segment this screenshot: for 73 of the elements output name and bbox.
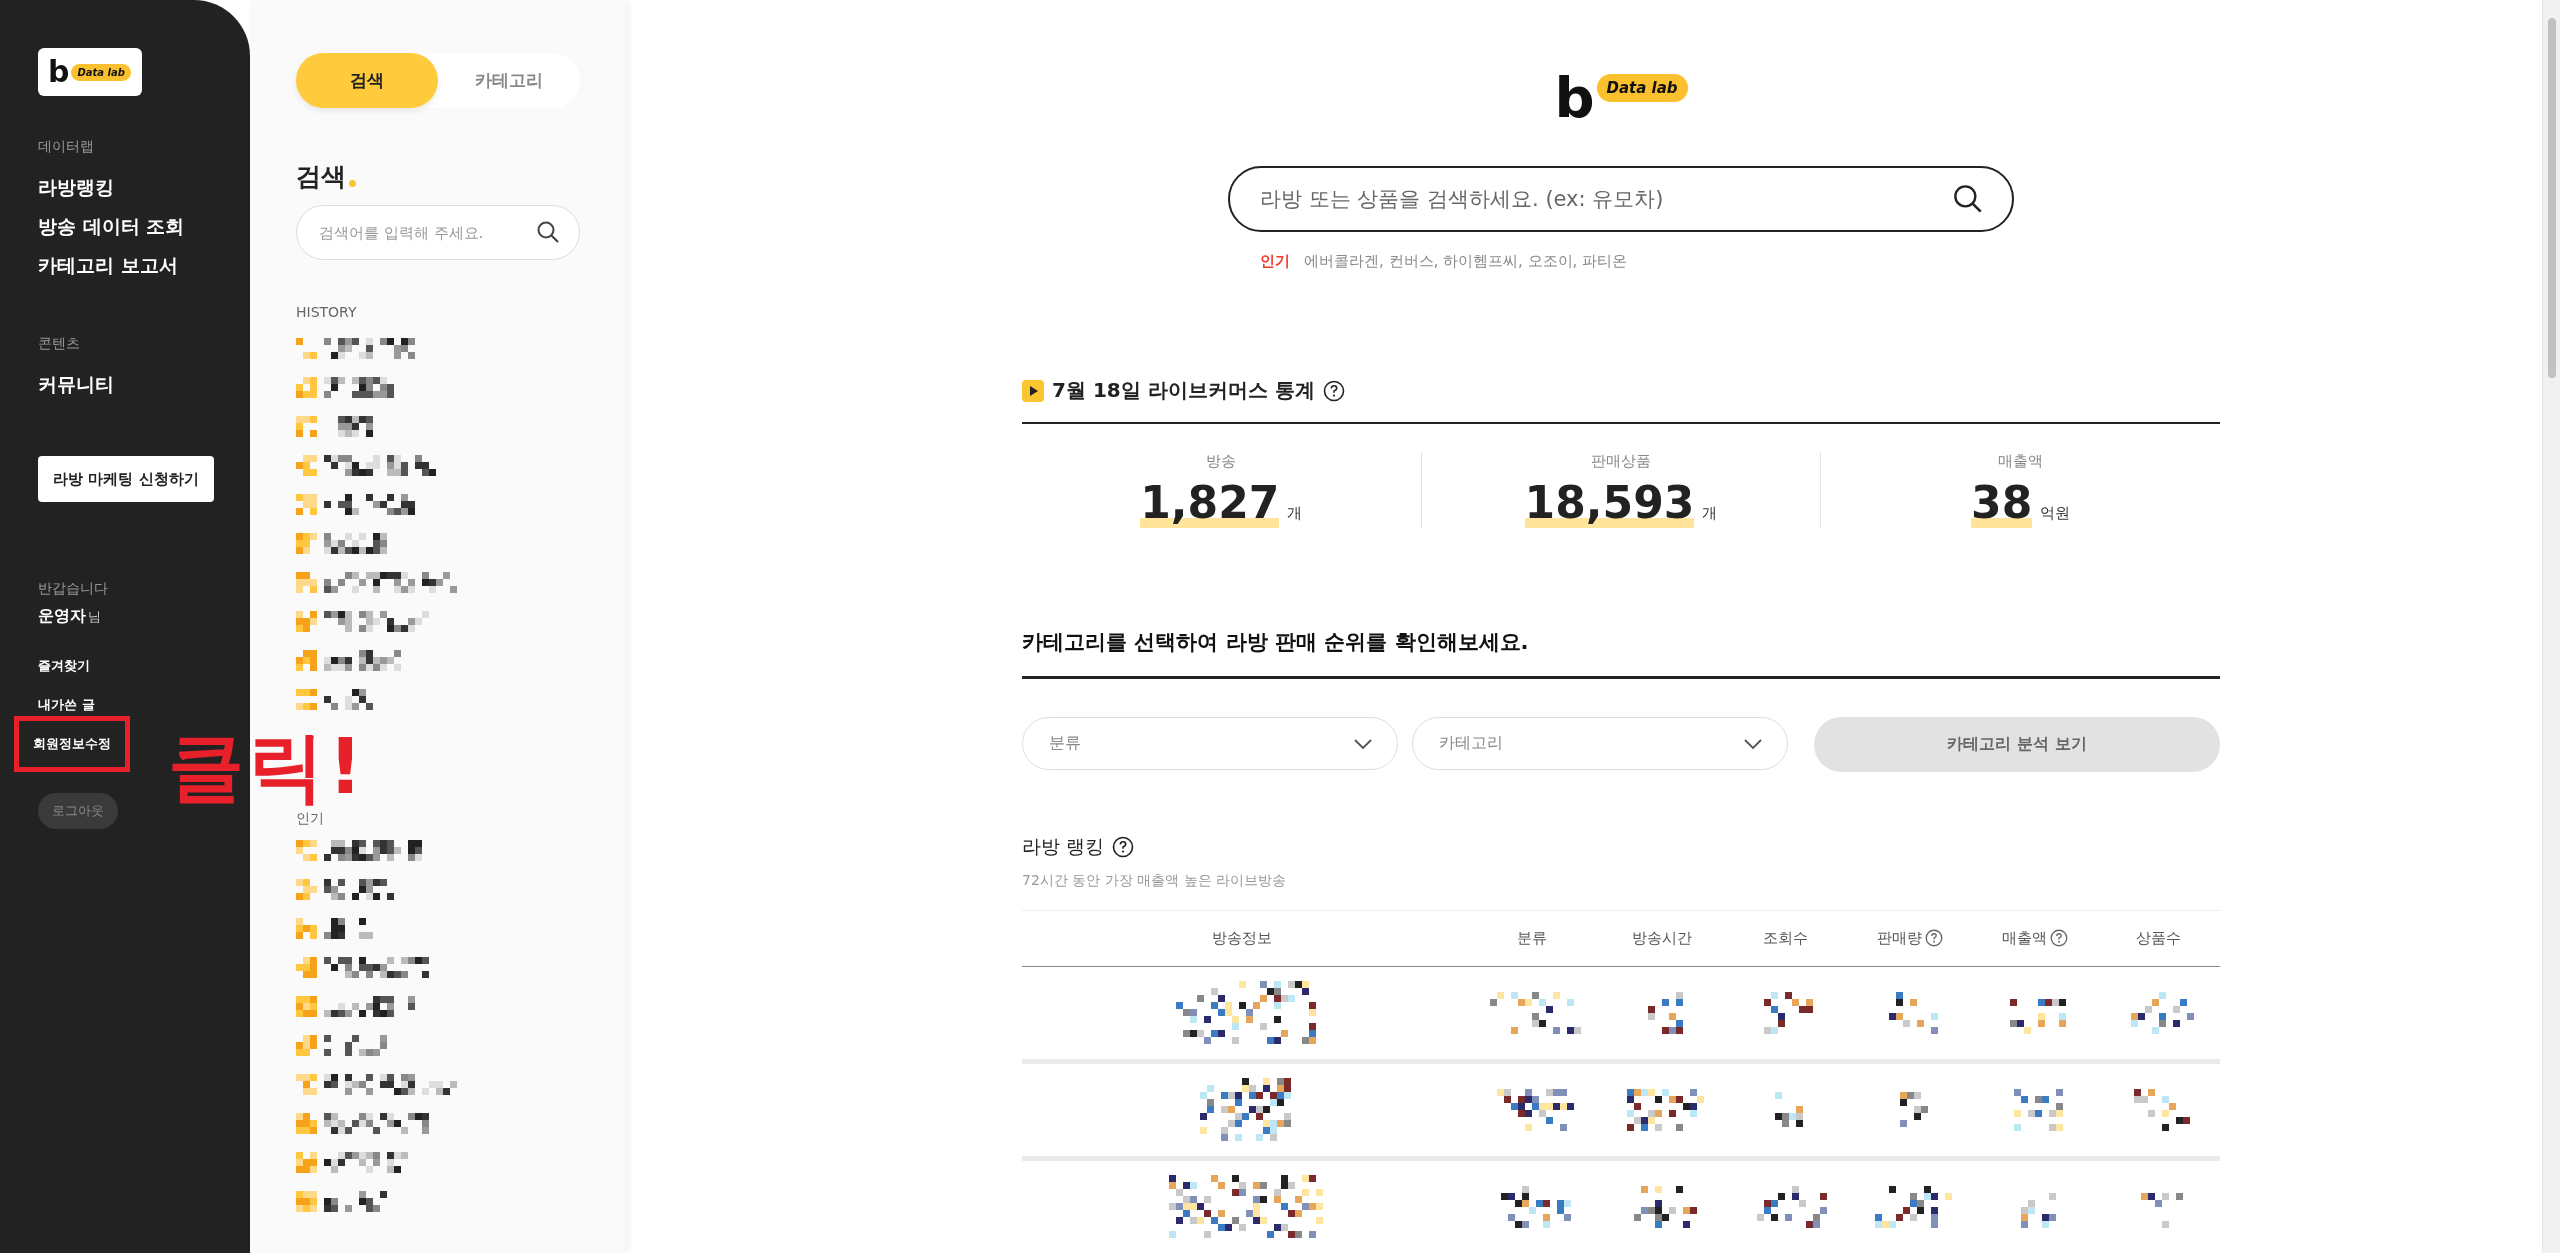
history-heading: HISTORY [296,304,358,320]
logo[interactable]: b Data lab [38,48,142,96]
search-icon[interactable] [536,220,560,244]
logo[interactable]: b Data lab [1554,70,1688,126]
column-header: 조회수 [1762,928,1808,948]
popular-label: 인기 [1260,252,1290,271]
column-header: 분류 [1517,928,1547,948]
account-link[interactable]: 회원정보수정 [14,716,130,772]
marketing-button[interactable]: 라방 마케팅 신청하기 [38,456,214,502]
logo-text: Data lab [71,63,131,81]
pixelated-item[interactable] [296,1152,408,1173]
pixelated-item[interactable] [296,455,436,476]
nav-link[interactable]: 카테고리 보고서 [38,246,178,285]
pixelated-item[interactable] [296,879,394,900]
greeting: 반갑습니다 [38,580,108,598]
pixelated-item[interactable] [296,533,387,554]
popular-terms: 에버콜라겐, 컨버스, 하이헴프씨, 오조이, 파티온 [1304,252,1628,271]
stat-label: 판매상품 [1591,452,1651,471]
stat-label: 방송 [1206,452,1237,471]
stat-unit: 개 [1702,504,1718,523]
nav-link[interactable]: 방송 데이터 조회 [38,207,185,246]
pixelated-item[interactable] [296,957,429,978]
account-link[interactable]: 내가쓴 글 [38,696,95,714]
tab[interactable]: 검색 [296,53,438,108]
logo-mark: b [1554,70,1595,126]
column-header: 판매량 [1877,928,1922,948]
pixelated-item[interactable] [296,650,401,671]
search-icon[interactable] [1952,183,1984,215]
stat-unit: 개 [1287,504,1303,523]
ranking-subtitle: 72시간 동안 가장 매출액 높은 라이브방송 [1022,872,1288,890]
pixelated-item[interactable] [296,918,373,939]
panel-title: 검색 [296,161,346,193]
popular-heading: 인기 [296,810,325,828]
logo-mark: b [48,57,70,87]
pixelated-item[interactable] [296,689,373,710]
pixelated-item[interactable] [296,1074,457,1095]
column-header: 방송정보 [1212,928,1272,948]
logo-text: Data lab [1596,74,1688,102]
nav-link[interactable]: 커뮤니티 [38,365,114,404]
help-icon[interactable] [1322,379,1345,402]
play-icon [1022,379,1044,402]
stat-unit: 억원 [2040,504,2071,523]
account-link[interactable]: 즐겨찾기 [38,657,90,675]
column-header: 매출액 [2001,928,2047,948]
ranking-title: 라방 랭킹 [1022,834,1105,859]
section-heading: 데이터랩 [38,138,94,156]
pixelated-item[interactable] [296,494,415,515]
help-icon[interactable] [1112,836,1135,858]
pixelated-item[interactable] [296,1191,387,1212]
pixelated-item[interactable] [296,338,415,359]
search-field[interactable]: 라방 또는 상품을 검색하세요. (ex: 유모차) [1228,166,2014,232]
category-title: 카테고리를 선택하여 라방 판매 순위를 확인해보세요. [1022,628,2220,679]
nav-link[interactable]: 라방랭킹 [38,168,114,207]
chevron-down-icon [1353,737,1373,750]
dot-icon [349,180,356,187]
scrollbar[interactable] [2542,0,2560,1253]
column-header: 방송시간 [1632,928,1692,948]
section-heading: 콘텐츠 [38,335,80,353]
pixelated-item[interactable] [296,1113,429,1134]
stats-title: 7월 18일 라이브커머스 통계 [1052,377,1315,404]
user-name: 운영자 [38,606,86,627]
honorific: 님 [88,608,101,626]
pixelated-item[interactable] [296,840,422,861]
stat-label: 매출액 [1998,452,2044,471]
pixelated-item[interactable] [296,1035,387,1056]
pixelated-item[interactable] [296,572,457,593]
chevron-down-icon [1743,737,1763,750]
pixelated-item[interactable] [296,611,429,632]
tab[interactable]: 카테고리 [438,53,580,108]
pixelated-item[interactable] [296,996,415,1017]
pixelated-item[interactable] [296,416,373,437]
column-header: 상품수 [2136,928,2181,948]
pixelated-item[interactable] [296,377,394,398]
